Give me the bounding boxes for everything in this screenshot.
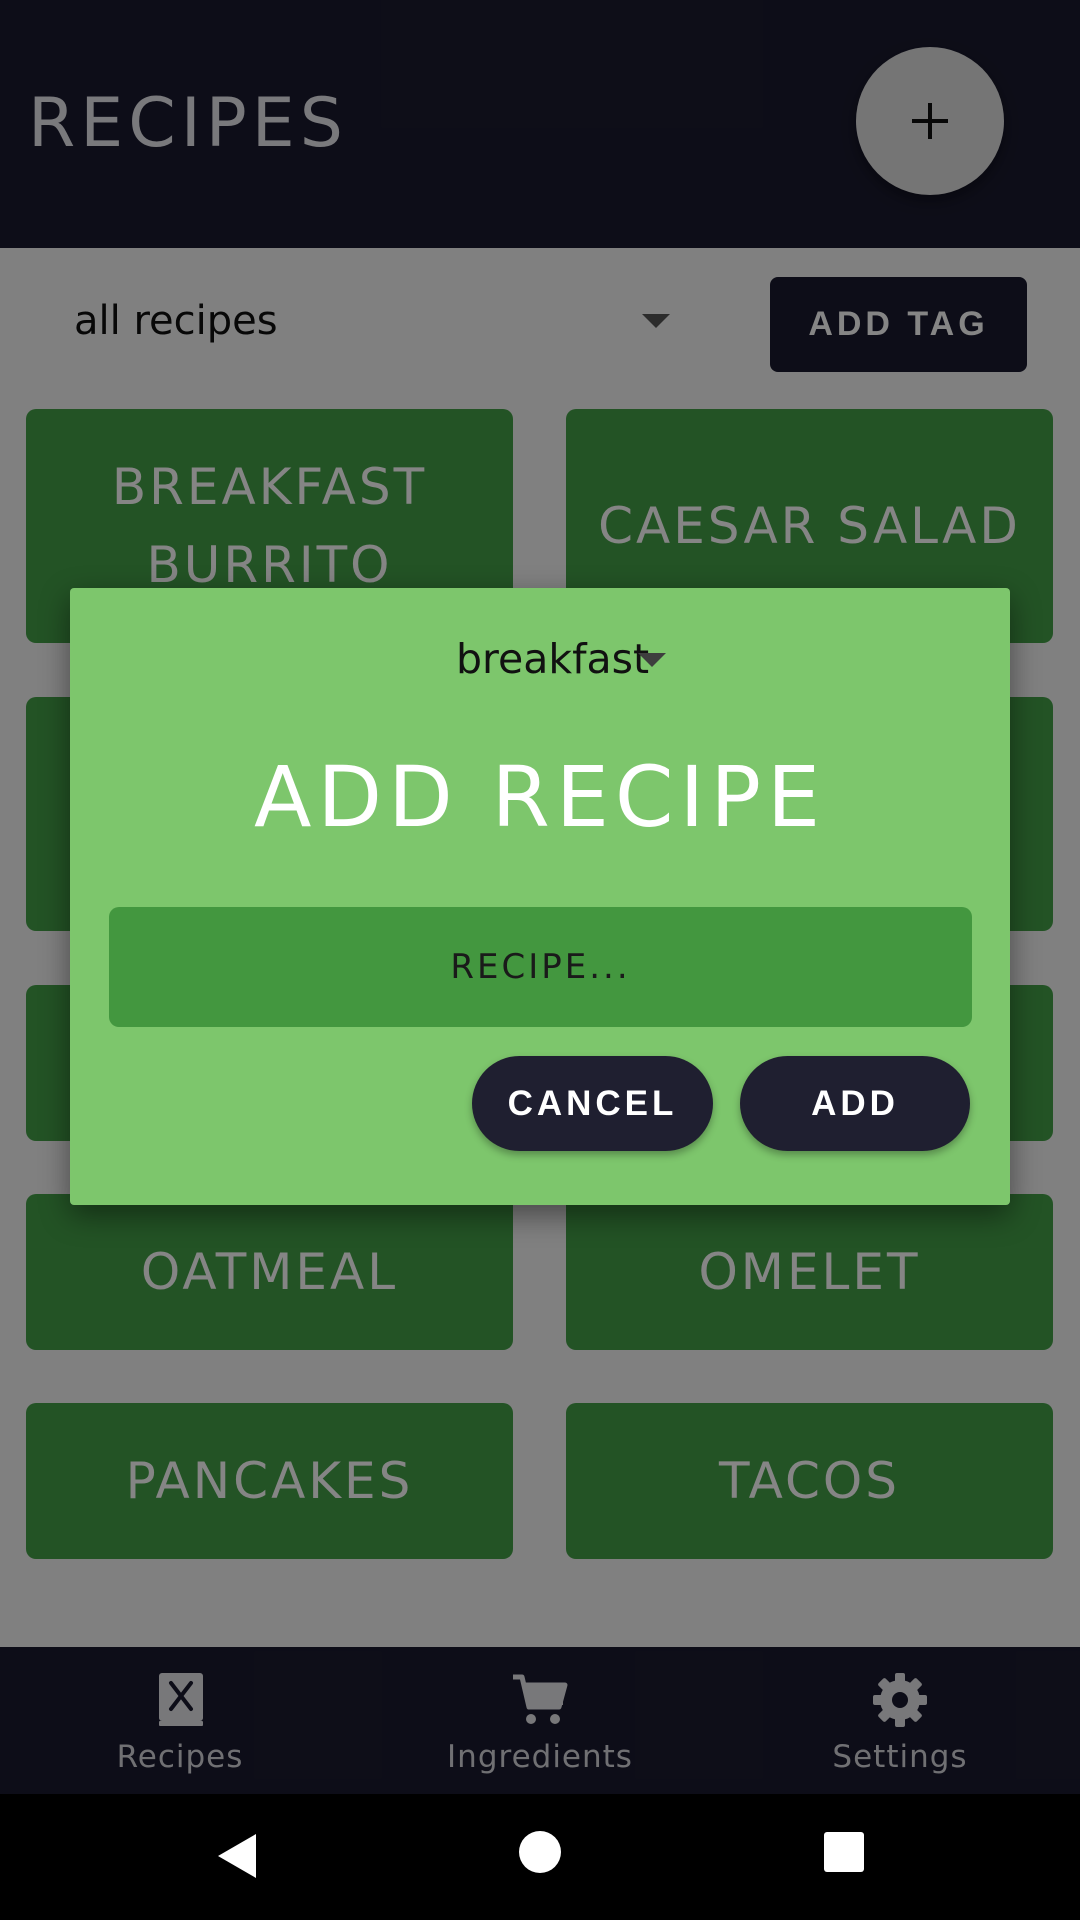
recipe-name-input[interactable] bbox=[109, 907, 972, 1027]
dialog-tag-value: breakfast bbox=[456, 635, 650, 683]
cancel-button[interactable]: CANCEL bbox=[472, 1056, 713, 1151]
dialog-title: ADD RECIPE bbox=[253, 748, 827, 846]
recents-icon[interactable] bbox=[823, 1831, 865, 1873]
dialog-tag-select[interactable]: breakfast bbox=[388, 624, 718, 694]
dropdown-caret-icon bbox=[638, 653, 666, 667]
add-recipe-dialog: breakfast ADD RECIPE CANCEL ADD bbox=[70, 588, 1010, 1205]
back-icon[interactable] bbox=[216, 1832, 258, 1880]
system-nav-bar bbox=[0, 1794, 1080, 1920]
home-icon[interactable] bbox=[518, 1830, 562, 1874]
add-button[interactable]: ADD bbox=[740, 1056, 970, 1151]
